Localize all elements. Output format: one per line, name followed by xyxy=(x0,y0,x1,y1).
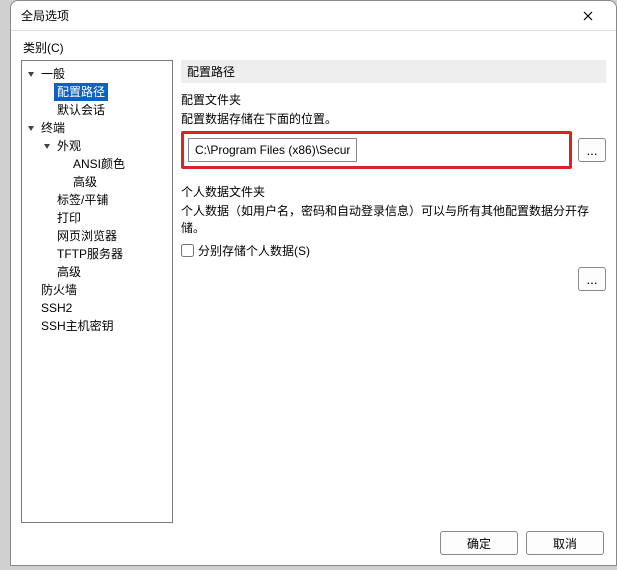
browse-personal-button[interactable]: ... xyxy=(578,267,606,291)
highlight-annotation xyxy=(181,131,572,169)
cancel-button[interactable]: 取消 xyxy=(526,531,604,555)
settings-panel: 配置路径 配置文件夹 配置数据存储在下面的位置。 ... 个人数据文件夹 个人数… xyxy=(181,60,606,523)
config-path-input[interactable] xyxy=(188,138,357,162)
category-label: 类别(C) xyxy=(23,39,606,56)
global-options-window: 全局选项 类别(C) 一般 配置路径 默认会话 xyxy=(10,0,617,566)
tree-config-path[interactable]: 配置路径 xyxy=(54,83,108,101)
tree-tab-tile[interactable]: 标签/平铺 xyxy=(54,191,111,209)
tree-printing[interactable]: 打印 xyxy=(54,209,84,227)
config-folder-desc: 配置数据存储在下面的位置。 xyxy=(181,110,606,127)
browse-config-button[interactable]: ... xyxy=(578,138,606,162)
category-tree[interactable]: 一般 配置路径 默认会话 终端 xyxy=(21,60,173,523)
close-icon xyxy=(583,11,593,21)
close-button[interactable] xyxy=(568,2,608,30)
window-title: 全局选项 xyxy=(21,7,568,24)
tree-terminal-advanced[interactable]: 高级 xyxy=(54,263,84,281)
tree-default-session[interactable]: 默认会话 xyxy=(54,101,108,119)
titlebar: 全局选项 xyxy=(11,1,616,31)
panel-title: 配置路径 xyxy=(181,60,606,83)
personal-folder-desc: 个人数据（如用户名，密码和自动登录信息）可以与所有其他配置数据分开存储。 xyxy=(181,202,606,236)
collapse-icon[interactable] xyxy=(24,124,38,132)
tree-appearance[interactable]: 外观 xyxy=(54,137,84,155)
separate-personal-checkbox[interactable] xyxy=(181,244,194,257)
collapse-icon[interactable] xyxy=(24,70,38,78)
separate-personal-label: 分别存储个人数据(S) xyxy=(198,242,310,259)
collapse-icon[interactable] xyxy=(40,142,54,150)
tree-general[interactable]: 一般 xyxy=(38,65,68,83)
tree-ansi-color[interactable]: ANSI颜色 xyxy=(70,155,128,173)
tree-ssh2[interactable]: SSH2 xyxy=(38,299,75,317)
personal-folder-group: 个人数据文件夹 个人数据（如用户名，密码和自动登录信息）可以与所有其他配置数据分… xyxy=(181,183,606,291)
tree-terminal[interactable]: 终端 xyxy=(38,119,68,137)
personal-folder-label: 个人数据文件夹 xyxy=(181,183,606,200)
split-pane: 一般 配置路径 默认会话 终端 xyxy=(21,60,606,523)
footer: 确定 取消 xyxy=(21,523,606,555)
tree-ssh-hostkey[interactable]: SSH主机密钥 xyxy=(38,317,117,335)
config-folder-label: 配置文件夹 xyxy=(181,91,606,108)
ok-button[interactable]: 确定 xyxy=(440,531,518,555)
config-folder-group: 配置文件夹 配置数据存储在下面的位置。 ... xyxy=(181,91,606,169)
separate-personal-checkbox-row[interactable]: 分别存储个人数据(S) xyxy=(181,242,606,259)
tree-tftp-server[interactable]: TFTP服务器 xyxy=(54,245,126,263)
tree-advanced-appearance[interactable]: 高级 xyxy=(70,173,100,191)
tree-web-browser[interactable]: 网页浏览器 xyxy=(54,227,120,245)
tree-firewall[interactable]: 防火墙 xyxy=(38,281,80,299)
client-area: 类别(C) 一般 配置路径 默认会话 终端 xyxy=(11,31,616,565)
